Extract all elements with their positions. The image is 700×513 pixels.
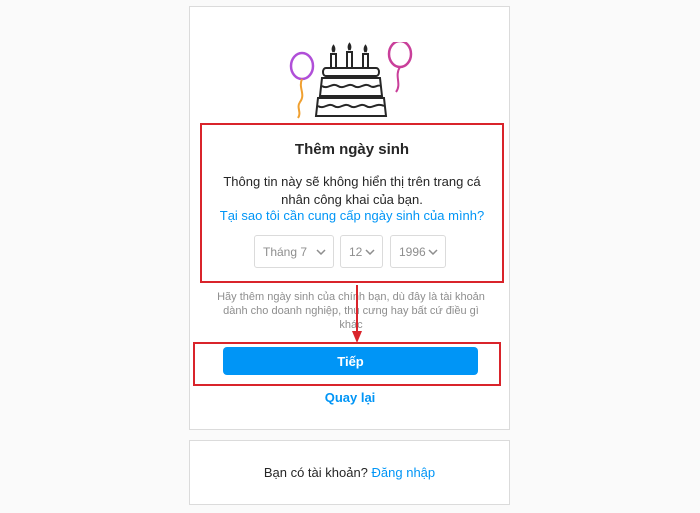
balloon-icon — [387, 42, 413, 93]
login-link[interactable]: Đăng nhập — [372, 465, 436, 480]
month-value: Tháng 7 — [263, 244, 308, 259]
balloon-icon — [289, 51, 315, 119]
annotation-arrow-icon — [352, 285, 362, 343]
day-select[interactable]: 12 — [340, 235, 383, 268]
login-prompt-text: Bạn có tài khoản? — [263, 465, 368, 480]
year-value: 1996 — [399, 244, 426, 259]
privacy-description: Thông tin này sẽ không hiển thị trên tra… — [223, 174, 481, 207]
back-link[interactable]: Quay lại — [200, 390, 500, 405]
month-select[interactable]: Tháng 7 — [254, 235, 334, 268]
chevron-down-icon — [428, 249, 438, 256]
why-birthday-link[interactable]: Tại sao tôi cần cung cấp ngày sinh của m… — [208, 208, 496, 223]
next-button[interactable]: Tiếp — [223, 347, 478, 375]
birthday-cake-icon — [289, 42, 413, 119]
login-prompt: Bạn có tài khoản? Đăng nhập — [189, 465, 510, 480]
page-title: Thêm ngày sinh — [294, 141, 410, 158]
chevron-down-icon — [316, 249, 326, 256]
day-value: 12 — [349, 244, 363, 259]
chevron-down-icon — [365, 249, 375, 256]
year-select[interactable]: 1996 — [390, 235, 446, 268]
